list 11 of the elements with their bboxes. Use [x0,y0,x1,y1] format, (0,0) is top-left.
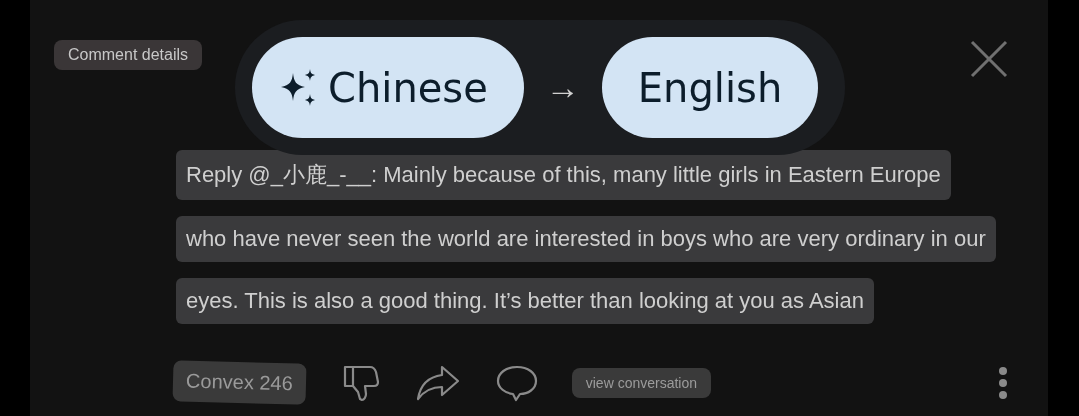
close-icon[interactable] [970,40,1008,78]
more-options-icon[interactable] [998,365,1008,400]
arrow: → [545,68,580,107]
comment-details-label: Comment details [54,40,203,70]
view-conversation-button[interactable]: view conversation [571,367,712,398]
vote-count[interactable]: Convex 246 [172,360,307,405]
comment-icon[interactable] [495,363,538,402]
target-language-chip[interactable]: English [601,37,819,138]
thumbs-down-icon[interactable] [341,363,380,402]
source-language-chip[interactable]: Chinese [252,37,524,138]
share-icon[interactable] [415,363,460,402]
